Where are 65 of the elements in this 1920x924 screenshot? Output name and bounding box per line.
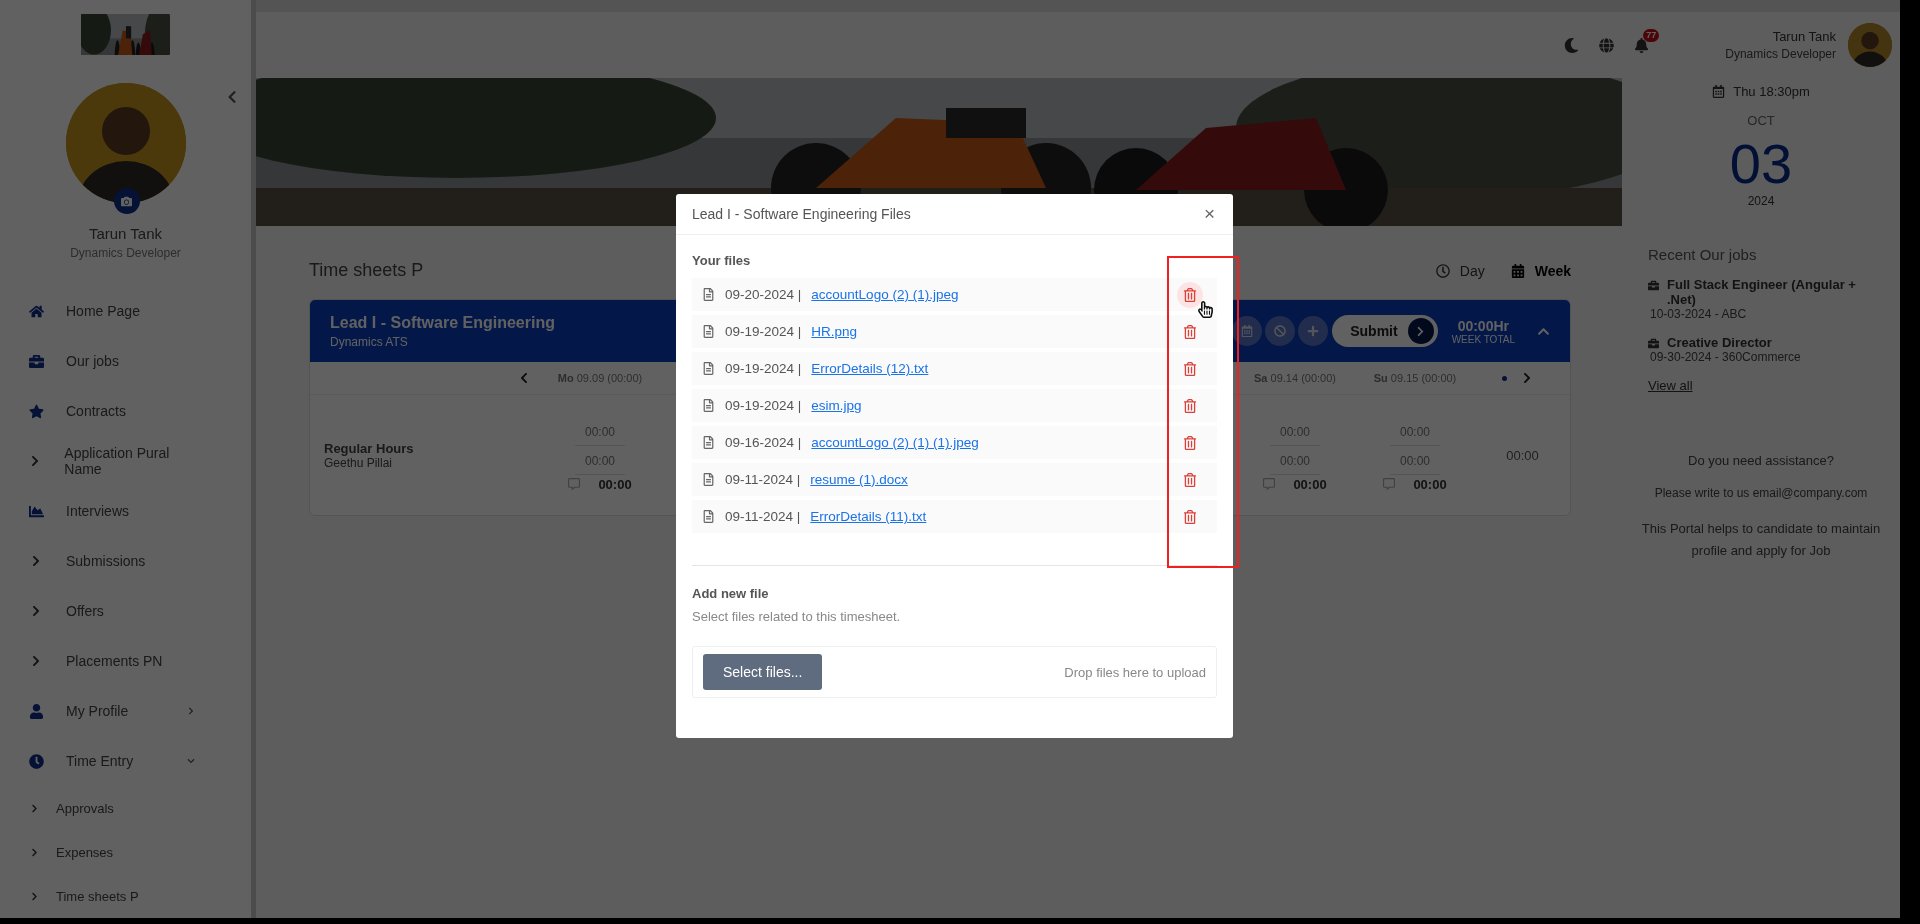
current-time: Thu 18:30pm: [1733, 84, 1810, 99]
row-label: Regular Hours: [324, 440, 415, 456]
menu-item[interactable]: Offers: [0, 586, 251, 636]
file-date: 09-19-2024 |: [725, 398, 802, 413]
menu-item[interactable]: Time Entry: [0, 736, 251, 786]
file-date: 09-11-2024 |: [725, 472, 801, 487]
menu-item[interactable]: Our jobs: [0, 336, 251, 386]
page-title: Time sheets P: [309, 260, 424, 281]
job-title: Full Stack Engineer (Angular + .Net): [1667, 277, 1857, 307]
section-hint: Select files related to this timesheet.: [692, 609, 902, 624]
drop-zone[interactable]: Select files... Drop files here to upload: [692, 646, 1217, 698]
week-total: 00:00Hr: [1457, 317, 1509, 334]
row-total: 00:00: [1506, 447, 1539, 463]
section-title: Add new file: [692, 586, 770, 601]
hours-value: 00:00: [1293, 476, 1327, 492]
hours-value: 00:00: [598, 476, 632, 492]
file-link[interactable]: ErrorDetails (11).txt: [810, 509, 1167, 524]
file-link[interactable]: esim.jpg: [811, 398, 1167, 413]
hours-value: 00:00: [1413, 476, 1447, 492]
view-toggle[interactable]: Week: [1510, 262, 1571, 279]
file-link[interactable]: resume (1).docx: [810, 472, 1167, 487]
file-date: 09-19-2024 |: [725, 324, 802, 339]
submenu-item[interactable]: Approvals: [0, 786, 251, 830]
submit-button[interactable]: Submit: [1332, 315, 1438, 347]
day-number: 03: [1729, 134, 1793, 194]
row-person: Geethu Pillai: [324, 455, 394, 470]
file-link[interactable]: accountLogo (2) (1) (1).jpeg: [811, 435, 1167, 450]
select-files-button[interactable]: Select files...: [703, 654, 823, 690]
menu-item[interactable]: Contracts: [0, 386, 251, 436]
week-total-label: WEEK TOTAL: [1451, 333, 1515, 345]
timesheet-subtitle: Dynamics ATS: [330, 334, 408, 349]
menu-item[interactable]: Application Pural Name: [0, 436, 251, 486]
view-all-link[interactable]: View all: [1648, 378, 1876, 393]
assistance-note: This Portal helps to candidate to maintain profile and apply for Job: [1640, 520, 1882, 560]
job-title: Creative Director: [1667, 335, 1772, 350]
drop-hint: Drop files here to upload: [1064, 664, 1206, 680]
file-date: 09-19-2024 |: [725, 361, 802, 376]
menu-item[interactable]: Placements PN: [0, 636, 251, 686]
file-link[interactable]: accountLogo (2) (1).jpeg: [811, 287, 1167, 302]
view-toggle[interactable]: Day: [1435, 262, 1485, 279]
job-meta: 09-30-2024 - 360Commerce: [1650, 350, 1802, 364]
file-date: 09-11-2024 |: [725, 509, 801, 524]
close-button[interactable]: ×: [1203, 203, 1215, 225]
job-meta: 10-03-2024 - ABC: [1650, 307, 1748, 321]
recent-jobs-title: Recent Our jobs: [1648, 246, 1758, 263]
submenu-item[interactable]: Time sheets P: [0, 874, 251, 918]
menu-item[interactable]: My Profile: [0, 686, 251, 736]
section-title: Your files: [692, 253, 752, 268]
file-date: 09-16-2024 |: [725, 435, 802, 450]
timesheet-title: Lead I - Software Engineering: [330, 313, 555, 332]
notification-count: 77: [1643, 28, 1660, 42]
assistance-title: Do you need assistance?: [1688, 453, 1834, 468]
user-role: Dynamics Developer: [1725, 47, 1836, 61]
file-link[interactable]: ErrorDetails (12).txt: [811, 361, 1167, 376]
menu-item[interactable]: Submissions: [0, 536, 251, 586]
user-name: Tarun Tank: [1772, 29, 1836, 44]
menu-item[interactable]: Home Page: [0, 286, 251, 336]
menu-item[interactable]: Interviews: [0, 486, 251, 536]
profile-name: Tarun Tank: [88, 225, 163, 242]
assistance-contact: Please write to us email@company.com: [1654, 486, 1868, 500]
file-date: 09-20-2024 |: [725, 287, 802, 302]
file-link[interactable]: HR.png: [811, 324, 1167, 339]
submenu-item[interactable]: Expenses: [0, 830, 251, 874]
year: 2024: [1747, 194, 1775, 208]
dialog-title: Lead I - Software Engineering Files: [692, 206, 911, 222]
